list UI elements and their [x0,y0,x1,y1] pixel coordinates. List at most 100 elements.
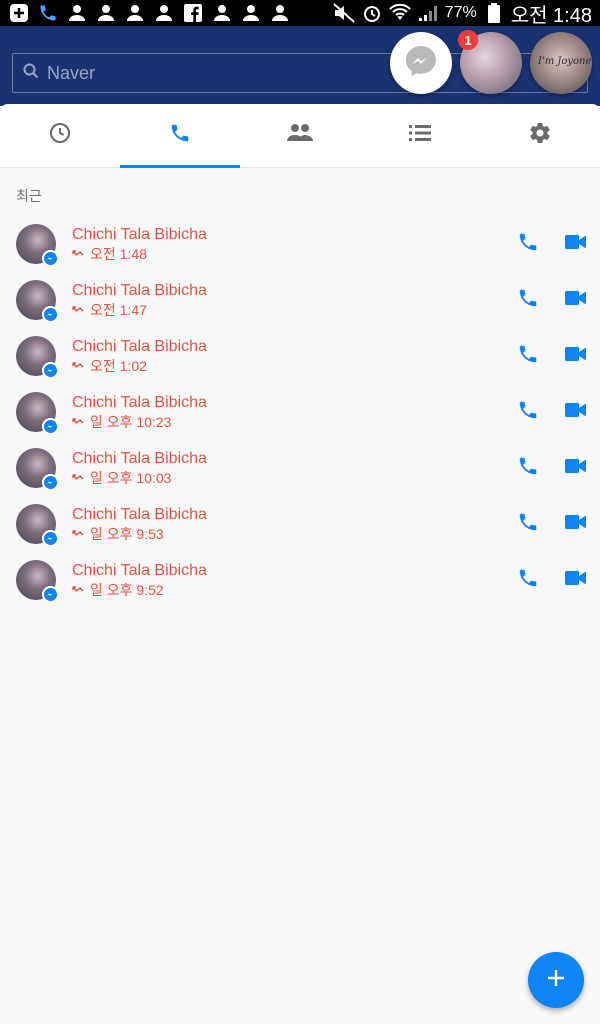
battery-icon [483,3,505,23]
caller-name: Chichi Tala Bibicha [72,282,207,299]
search-placeholder: Naver [47,62,96,83]
avatar-text: I'm Joyone [538,56,592,67]
messenger-badge-icon [42,250,59,267]
video-call-button[interactable] [552,556,600,604]
video-camera-icon [565,290,587,311]
avatar[interactable] [16,224,59,267]
contact-icon [240,3,262,23]
chat-head-avatar[interactable]: 1 [458,30,522,94]
new-call-button[interactable] [528,952,584,1008]
tab-people[interactable] [240,104,360,167]
video-camera-icon [565,346,587,367]
voice-call-button[interactable] [504,220,552,268]
missed-call-arrow-icon [72,245,84,263]
call-list: Chichi Tala Bibicha 오전 1:48 Chichi Tala … [0,216,600,608]
call-time: 일 오후 10:03 [90,470,172,486]
plus-box-icon [8,3,30,23]
call-log-row[interactable]: Chichi Tala Bibicha 오전 1:47 [0,272,600,328]
tab-settings[interactable] [480,104,600,167]
video-call-button[interactable] [552,220,600,268]
unread-badge: 1 [458,30,478,50]
call-log-row[interactable]: Chichi Tala Bibicha 일 오후 9:52 [0,552,600,608]
phone-icon [517,399,539,426]
voice-call-button[interactable] [504,444,552,492]
missed-call-arrow-icon [72,301,84,319]
avatar[interactable] [16,560,59,603]
messenger-badge-icon [42,362,59,379]
call-log-row[interactable]: Chichi Tala Bibicha 오전 1:48 [0,216,600,272]
caller-name: Chichi Tala Bibicha [72,338,207,355]
section-recent-label: 최근 [16,188,42,204]
contact-icon [95,3,117,23]
voice-call-button[interactable] [504,332,552,380]
video-call-button[interactable] [552,332,600,380]
call-info: Chichi Tala Bibicha 오전 1:48 [72,225,207,263]
messenger-panel: 최근 Chichi Tala Bibicha 오전 1:48 Chichi Ta… [0,104,600,1024]
call-info: Chichi Tala Bibicha 일 오후 9:53 [72,505,207,543]
call-log-row[interactable]: Chichi Tala Bibicha 일 오후 10:03 [0,440,600,496]
voice-call-button[interactable] [504,500,552,548]
missed-call-arrow-icon [72,413,84,431]
facebook-icon [182,3,204,23]
status-bar: 77% 오전 1:48 [0,0,600,27]
call-meta: 일 오후 10:03 [72,469,207,487]
clock-icon [48,121,72,150]
voice-call-button[interactable] [504,388,552,436]
wifi-icon [388,3,411,23]
chat-heads: 1 I'm Joyone [390,30,592,94]
mute-icon [333,3,355,23]
contact-icon [153,3,175,23]
call-actions [504,444,600,492]
messenger-badge-icon [42,474,59,491]
messenger-icon [403,43,439,84]
video-call-button[interactable] [552,444,600,492]
notification-icons [8,3,291,23]
call-log-row[interactable]: Chichi Tala Bibicha 오전 1:02 [0,328,600,384]
avatar[interactable] [16,280,59,323]
call-info: Chichi Tala Bibicha 일 오후 10:03 [72,449,207,487]
missed-call-arrow-icon [72,581,84,599]
call-actions [504,220,600,268]
phone-icon [517,455,539,482]
tab-recent[interactable] [0,104,120,167]
avatar[interactable] [16,336,59,379]
call-meta: 일 오후 9:53 [72,525,207,543]
call-time: 일 오후 9:53 [90,526,164,542]
messenger-badge-icon [42,586,59,603]
tab-bar [0,104,600,168]
avatar[interactable] [16,448,59,491]
voice-call-button[interactable] [504,556,552,604]
call-actions [504,332,600,380]
phone-icon [517,231,539,258]
tab-calls[interactable] [120,104,240,168]
video-call-button[interactable] [552,500,600,548]
gear-icon [528,121,552,150]
avatar[interactable] [16,504,59,547]
plus-icon [546,968,566,993]
call-time: 오전 1:47 [90,302,147,318]
call-actions [504,276,600,324]
video-camera-icon [565,458,587,479]
phone-icon [517,511,539,538]
messenger-badge-icon [42,306,59,323]
caller-name: Chichi Tala Bibicha [72,226,207,243]
call-actions [504,388,600,436]
alarm-icon [361,3,383,23]
caller-name: Chichi Tala Bibicha [72,394,207,411]
call-log-row[interactable]: Chichi Tala Bibicha 일 오후 9:53 [0,496,600,552]
avatar[interactable] [16,392,59,435]
call-log-row[interactable]: Chichi Tala Bibicha 일 오후 10:23 [0,384,600,440]
phone-icon [169,122,191,149]
video-camera-icon [565,514,587,535]
tab-groups[interactable] [360,104,480,167]
call-time: 오전 1:02 [90,358,147,374]
contact-icon [124,3,146,23]
messenger-chat-head[interactable] [390,32,452,94]
video-call-button[interactable] [552,388,600,436]
call-actions [504,556,600,604]
voice-call-button[interactable] [504,276,552,324]
clock-time: 오전 1:48 [510,4,592,27]
chat-head-avatar[interactable]: I'm Joyone [530,32,592,94]
call-meta: 오전 1:48 [72,245,207,263]
video-call-button[interactable] [552,276,600,324]
